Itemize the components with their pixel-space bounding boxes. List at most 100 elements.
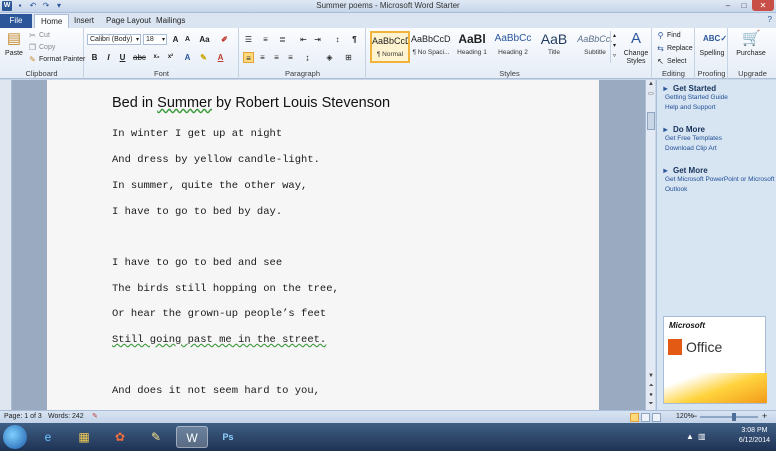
- purchase-button[interactable]: 🛒 Purchase: [731, 30, 771, 58]
- full-screen-view-icon[interactable]: [641, 413, 650, 422]
- change-case-button[interactable]: Aa: [199, 34, 210, 45]
- increase-indent-icon[interactable]: ⇥: [312, 34, 323, 45]
- scroll-up-icon[interactable]: ▲: [646, 80, 656, 89]
- word-taskbar-icon[interactable]: W: [176, 426, 208, 448]
- grow-font-button[interactable]: A: [170, 34, 181, 45]
- tab-mailings[interactable]: Mailings: [150, 14, 191, 28]
- poem-line[interactable]: I have to go to bed by day.: [112, 206, 282, 218]
- style-subtitle[interactable]: AaBbCc. Subtitle: [575, 31, 615, 63]
- powerpoint-outlook-link[interactable]: Get Microsoft PowerPoint or Microsoft Ou…: [665, 175, 775, 195]
- network-icon[interactable]: ▥: [698, 432, 706, 441]
- highlight-icon[interactable]: ✎: [198, 52, 209, 63]
- subscript-button[interactable]: x₂: [151, 52, 162, 63]
- select-button[interactable]: ↖ Select: [656, 57, 686, 66]
- align-right-icon[interactable]: ≡: [271, 52, 282, 63]
- close-button[interactable]: ✕: [752, 0, 774, 11]
- web-layout-view-icon[interactable]: [652, 413, 661, 422]
- office-advertisement[interactable]: Microsoft Office: [663, 316, 767, 404]
- change-styles-button[interactable]: A Change Styles: [622, 30, 650, 66]
- shrink-font-button[interactable]: A: [182, 34, 193, 45]
- free-templates-link[interactable]: Get Free Templates: [665, 134, 775, 144]
- picasa-icon[interactable]: ✿: [104, 426, 136, 448]
- paste-button[interactable]: ▤ Paste: [3, 30, 25, 58]
- document-page[interactable]: Bed in Summer by Robert Louis Stevenson …: [47, 80, 599, 410]
- help-support-link[interactable]: Help and Support: [665, 103, 775, 113]
- page-count[interactable]: Page: 1 of 3: [4, 411, 42, 423]
- tab-file[interactable]: File: [0, 14, 32, 28]
- shading-icon[interactable]: ◈: [324, 52, 335, 63]
- zoom-slider-knob[interactable]: [732, 413, 736, 421]
- poem-line[interactable]: Still going past me in the street.: [112, 334, 326, 346]
- pencil-app-icon[interactable]: ✎: [140, 426, 172, 448]
- align-left-icon[interactable]: ≡: [243, 52, 254, 63]
- bold-button[interactable]: B: [89, 52, 100, 63]
- poem-title[interactable]: Bed in Summer by Robert Louis Stevenson: [112, 95, 390, 111]
- numbering-icon[interactable]: ≡: [260, 34, 271, 45]
- clip-art-link[interactable]: Download Clip Art: [665, 144, 775, 154]
- previous-page-icon[interactable]: ⏶: [646, 382, 656, 391]
- internet-explorer-icon[interactable]: e: [32, 426, 64, 448]
- vertical-scrollbar[interactable]: ▲ ▭ ▼ ⏶ ● ⏷: [645, 80, 655, 410]
- minimize-button[interactable]: –: [720, 0, 736, 11]
- poem-line[interactable]: Or hear the grown-up people’s feet: [112, 308, 326, 320]
- tab-page-layout[interactable]: Page Layout: [100, 14, 157, 28]
- poem-line[interactable]: In winter I get up at night: [112, 128, 282, 140]
- zoom-in-button[interactable]: +: [762, 410, 767, 422]
- photoshop-icon[interactable]: Ps: [212, 426, 244, 448]
- replace-button[interactable]: ⇆ Replace: [656, 44, 693, 53]
- font-name-select[interactable]: Calibri (Body) ▾: [87, 34, 141, 45]
- italic-button[interactable]: I: [103, 52, 114, 63]
- scroll-down-icon[interactable]: ▼: [646, 372, 656, 381]
- styles-scroll[interactable]: ▴ ▾ ▿: [610, 31, 618, 63]
- system-clock[interactable]: 3:08 PM 6/12/2014: [739, 426, 770, 446]
- proofing-status-icon[interactable]: ✎: [92, 411, 98, 423]
- next-page-icon[interactable]: ⏷: [646, 400, 656, 409]
- style-title[interactable]: AaB Title: [534, 31, 574, 63]
- borders-icon[interactable]: ⊞: [343, 52, 354, 63]
- multilevel-list-icon[interactable]: ≣: [277, 34, 288, 45]
- maximize-button[interactable]: □: [736, 0, 752, 11]
- word-count[interactable]: Words: 242: [48, 411, 84, 423]
- underline-button[interactable]: U: [117, 52, 128, 63]
- poem-line[interactable]: And dress by yellow candle-light.: [112, 154, 320, 166]
- style-no-spacing[interactable]: AaBbCcDc ¶ No Spaci...: [411, 31, 451, 63]
- align-center-icon[interactable]: ≡: [257, 52, 268, 63]
- superscript-button[interactable]: x²: [165, 52, 176, 63]
- tab-insert[interactable]: Insert: [68, 14, 100, 28]
- strikethrough-button[interactable]: abc: [133, 52, 146, 63]
- cut-button[interactable]: ✂ Cut: [28, 31, 50, 40]
- decrease-indent-icon[interactable]: ⇤: [298, 34, 309, 45]
- getting-started-link[interactable]: Getting Started Guide: [665, 93, 775, 103]
- browse-object-icon[interactable]: ●: [646, 391, 656, 400]
- poem-line[interactable]: The birds still hopping on the tree,: [112, 283, 339, 295]
- poem-line[interactable]: I have to go to bed and see: [112, 257, 282, 269]
- justify-icon[interactable]: ≡: [285, 52, 296, 63]
- zoom-out-button[interactable]: −: [692, 410, 697, 422]
- style-heading-2[interactable]: AaBbCc Heading 2: [493, 31, 533, 63]
- copy-button[interactable]: ❐ Copy: [28, 43, 55, 52]
- bullets-icon[interactable]: ☰: [243, 34, 254, 45]
- spelling-button[interactable]: ABC✓ Spelling: [697, 30, 728, 58]
- font-size-select[interactable]: 18 ▾: [143, 34, 167, 45]
- show-marks-icon[interactable]: ¶: [349, 34, 360, 45]
- zoom-slider[interactable]: [700, 413, 758, 421]
- ruler-toggle-icon[interactable]: ▭: [646, 90, 656, 99]
- scroll-thumb[interactable]: [647, 112, 655, 130]
- font-color-icon[interactable]: A: [215, 52, 226, 63]
- print-layout-view-icon[interactable]: [630, 413, 639, 422]
- tray-arrow-icon[interactable]: ▲: [686, 432, 694, 441]
- start-button[interactable]: [3, 425, 27, 449]
- poem-line[interactable]: And does it not seem hard to you,: [112, 385, 320, 397]
- file-explorer-icon[interactable]: ▦: [68, 426, 100, 448]
- sort-icon[interactable]: ↕: [332, 34, 343, 45]
- text-effects-icon[interactable]: A: [182, 52, 193, 63]
- style-heading-1[interactable]: AaBl Heading 1: [452, 31, 492, 63]
- find-button[interactable]: ⚲ Find: [656, 31, 681, 40]
- line-spacing-icon[interactable]: ↨: [302, 52, 313, 63]
- clear-formatting-icon[interactable]: ✐: [219, 34, 230, 45]
- poem-line[interactable]: In summer, quite the other way,: [112, 180, 307, 192]
- format-painter-button[interactable]: ✎ Format Painter: [28, 55, 85, 64]
- help-icon[interactable]: ?: [768, 15, 772, 24]
- tab-home[interactable]: Home: [34, 14, 70, 28]
- style-normal[interactable]: AaBbCcDc ¶ Normal: [370, 31, 410, 63]
